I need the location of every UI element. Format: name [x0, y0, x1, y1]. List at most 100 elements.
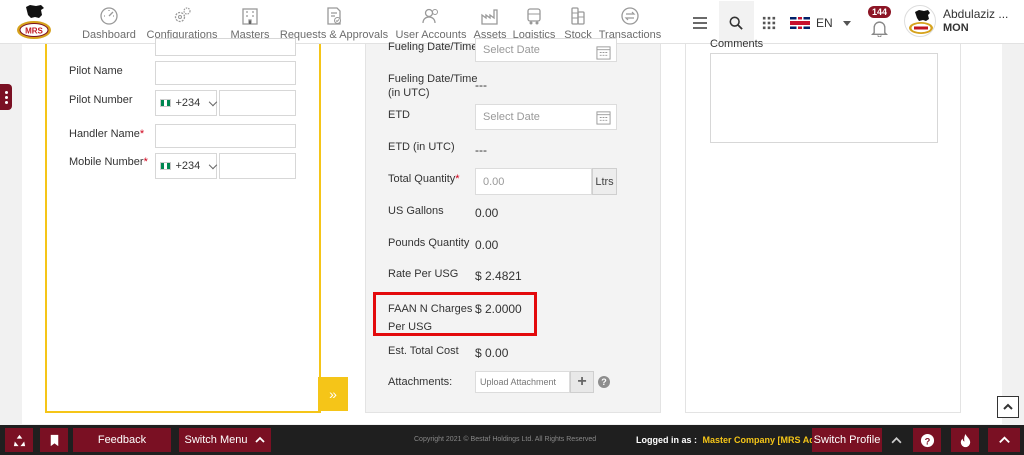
- bookmark-button[interactable]: [40, 428, 68, 452]
- mrs-avatar-icon: [909, 10, 933, 34]
- bookmark-icon: [50, 434, 58, 446]
- pilot-details-panel: Pilot Name Pilot Number +234 Handler Nam…: [45, 38, 321, 413]
- scroll-up-footer-button[interactable]: [988, 428, 1020, 452]
- rate-per-usg-value: $ 2.4821: [475, 269, 522, 283]
- document-check-icon: [327, 7, 341, 25]
- chevron-down-icon: [208, 160, 218, 169]
- total-quantity-input[interactable]: 0.00: [475, 168, 592, 195]
- switch-profile-button[interactable]: Switch Profile: [812, 428, 882, 452]
- add-attachment-button[interactable]: +: [570, 371, 594, 393]
- pounds-quantity-value: 0.00: [475, 238, 499, 252]
- gears-icon: [174, 7, 191, 23]
- handler-name-label: Handler Name*: [69, 128, 145, 140]
- users-icon: [422, 8, 438, 24]
- help-button[interactable]: ?: [913, 428, 941, 452]
- exchange-icon: [621, 7, 639, 25]
- fueling-datetime-utc-value: ---: [475, 78, 487, 92]
- nav-label: Dashboard: [82, 29, 136, 41]
- dot-icon: [4, 100, 8, 104]
- expand-profile-button[interactable]: [883, 428, 909, 452]
- handler-name-input[interactable]: [155, 124, 296, 148]
- user-profile-menu[interactable]: Abdulaziz ... MON: [904, 5, 1008, 37]
- fueling-details-panel: Fueling Date/Time Select Date Fueling Da…: [365, 38, 661, 413]
- country-code: +234: [175, 97, 201, 109]
- pilot-number-input[interactable]: [219, 90, 296, 116]
- dot-icon: [4, 90, 8, 94]
- total-quantity-label: Total Quantity*: [388, 173, 460, 185]
- est-total-cost-value: $ 0.00: [475, 346, 509, 360]
- fire-button[interactable]: [951, 428, 979, 452]
- country-code: +234: [175, 160, 201, 172]
- side-panel-toggle[interactable]: [0, 84, 12, 110]
- language-selector[interactable]: EN: [790, 14, 851, 32]
- recycle-icon: [13, 434, 25, 446]
- mrs-logo[interactable]: MRS: [14, 3, 54, 41]
- pilot-number-country-select[interactable]: +234: [155, 90, 218, 116]
- rate-per-usg-label: Rate Per USG: [388, 268, 459, 280]
- bell-icon: [871, 21, 888, 37]
- dot-icon: [4, 95, 8, 99]
- us-gallons-label: US Gallons: [388, 205, 444, 217]
- comments-panel: Comments: [685, 38, 961, 413]
- logo-text: MRS: [25, 27, 43, 36]
- calendar-icon: [596, 46, 611, 60]
- menu-toggle-button[interactable]: [692, 11, 708, 35]
- fire-icon: [960, 433, 970, 447]
- user-code: MON: [943, 22, 969, 34]
- fueling-datetime-input[interactable]: Select Date: [475, 38, 617, 62]
- barrels-icon: [571, 7, 585, 25]
- nav-user-accounts[interactable]: User Accounts: [392, 0, 470, 44]
- recycle-button[interactable]: [5, 428, 33, 452]
- pounds-quantity-label: Pounds Quantity: [388, 237, 470, 249]
- etd-input[interactable]: Select Date: [475, 104, 617, 130]
- truck-icon: [527, 8, 541, 25]
- feedback-button[interactable]: Feedback: [73, 428, 171, 452]
- chevron-up-icon: [1003, 403, 1013, 410]
- mobile-number-input[interactable]: [219, 153, 296, 179]
- calendar-icon: [596, 111, 611, 125]
- upload-attachment-input[interactable]: Upload Attachment: [475, 371, 570, 393]
- top-field-input[interactable]: [155, 38, 296, 56]
- mobile-number-country-select[interactable]: +234: [155, 153, 218, 179]
- pilot-name-label: Pilot Name: [69, 65, 123, 77]
- building-icon: [242, 8, 258, 25]
- comments-label: Comments: [710, 38, 764, 50]
- chevron-up-icon: [255, 436, 266, 443]
- etd-label: ETD: [388, 109, 410, 121]
- language-code: EN: [816, 16, 833, 30]
- dashboard-icon: [100, 7, 118, 25]
- us-gallons-value: 0.00: [475, 206, 499, 220]
- nav-label: Requests & Approvals: [279, 29, 389, 41]
- comments-textarea[interactable]: [710, 53, 938, 143]
- copyright-text: Copyright 2021 © Bestaf Holdings Ltd. Al…: [414, 436, 597, 443]
- factory-icon: [481, 9, 498, 25]
- etd-utc-value: ---: [475, 143, 487, 157]
- switch-menu-label: Switch Menu: [184, 434, 248, 446]
- hamburger-icon: [693, 17, 707, 29]
- grid-icon: [762, 16, 776, 30]
- apps-grid-button[interactable]: [762, 11, 776, 35]
- scroll-top-button[interactable]: [997, 396, 1019, 418]
- date-placeholder: Select Date: [483, 111, 540, 123]
- chevron-up-icon: [998, 435, 1010, 443]
- chevron-down-icon: [208, 97, 218, 106]
- attachments-label: Attachments:: [388, 376, 453, 388]
- pilot-number-label: Pilot Number: [69, 94, 133, 106]
- caret-down-icon: [842, 20, 851, 26]
- search-icon: [729, 16, 743, 30]
- fueling-datetime-utc-label: Fueling Date/Time (in UTC): [388, 73, 478, 99]
- notification-badge: 144: [868, 6, 892, 18]
- user-name: Abdulaziz ...: [943, 7, 1009, 21]
- logged-in-info: Logged in as : Master Company [MRS Admin…: [636, 435, 834, 445]
- question-icon: ?: [920, 433, 934, 447]
- expand-panel-button[interactable]: »: [318, 377, 348, 411]
- switch-menu-button[interactable]: Switch Menu: [179, 428, 271, 452]
- etd-utc-label: ETD (in UTC): [388, 141, 455, 153]
- nav-dashboard[interactable]: Dashboard: [78, 0, 140, 44]
- help-icon[interactable]: ?: [598, 376, 610, 388]
- pilot-name-input[interactable]: [155, 61, 296, 85]
- logged-in-label: Logged in as :: [636, 435, 698, 445]
- date-placeholder: Select Date: [483, 44, 540, 56]
- notifications-button[interactable]: 144: [866, 6, 894, 40]
- plus-icon: +: [577, 373, 587, 390]
